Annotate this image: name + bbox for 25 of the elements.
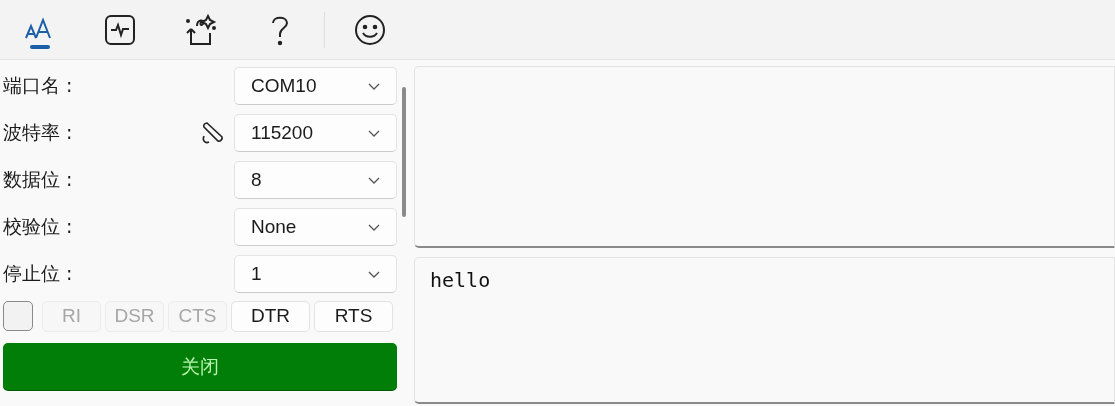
setting-label: 端口名 : bbox=[3, 73, 74, 98]
dropdown[interactable]: 1 bbox=[234, 255, 397, 293]
chevron-down-icon bbox=[368, 82, 380, 90]
scrollbar[interactable] bbox=[402, 87, 406, 217]
input-field[interactable]: hello bbox=[414, 257, 1115, 404]
dropdown[interactable]: 115200 bbox=[234, 114, 397, 152]
dropdown[interactable]: 8 bbox=[234, 161, 397, 199]
setting-label: 数据位 : bbox=[3, 167, 74, 192]
pulse-icon[interactable] bbox=[104, 13, 136, 46]
smiley-icon[interactable] bbox=[354, 13, 386, 46]
checkbox[interactable] bbox=[3, 301, 33, 331]
sparkle-box-icon[interactable] bbox=[183, 12, 217, 47]
chevron-down-icon bbox=[368, 129, 380, 137]
chevron-down-icon bbox=[368, 270, 380, 278]
setting-label: 停止位 : bbox=[3, 261, 74, 286]
signal-button[interactable]: RTS bbox=[314, 300, 393, 332]
setting-label: 波特率 : bbox=[3, 120, 74, 145]
close-button[interactable]: 关闭 bbox=[3, 343, 397, 390]
setting-label: 校验位 : bbox=[3, 214, 74, 239]
chevron-down-icon bbox=[368, 176, 380, 184]
dropdown[interactable]: COM10 bbox=[234, 67, 397, 105]
chevron-down-icon bbox=[368, 223, 380, 231]
pen-icon[interactable] bbox=[201, 120, 225, 146]
dropdown[interactable]: None bbox=[234, 208, 397, 246]
signal-button[interactable]: DTR bbox=[231, 300, 310, 332]
